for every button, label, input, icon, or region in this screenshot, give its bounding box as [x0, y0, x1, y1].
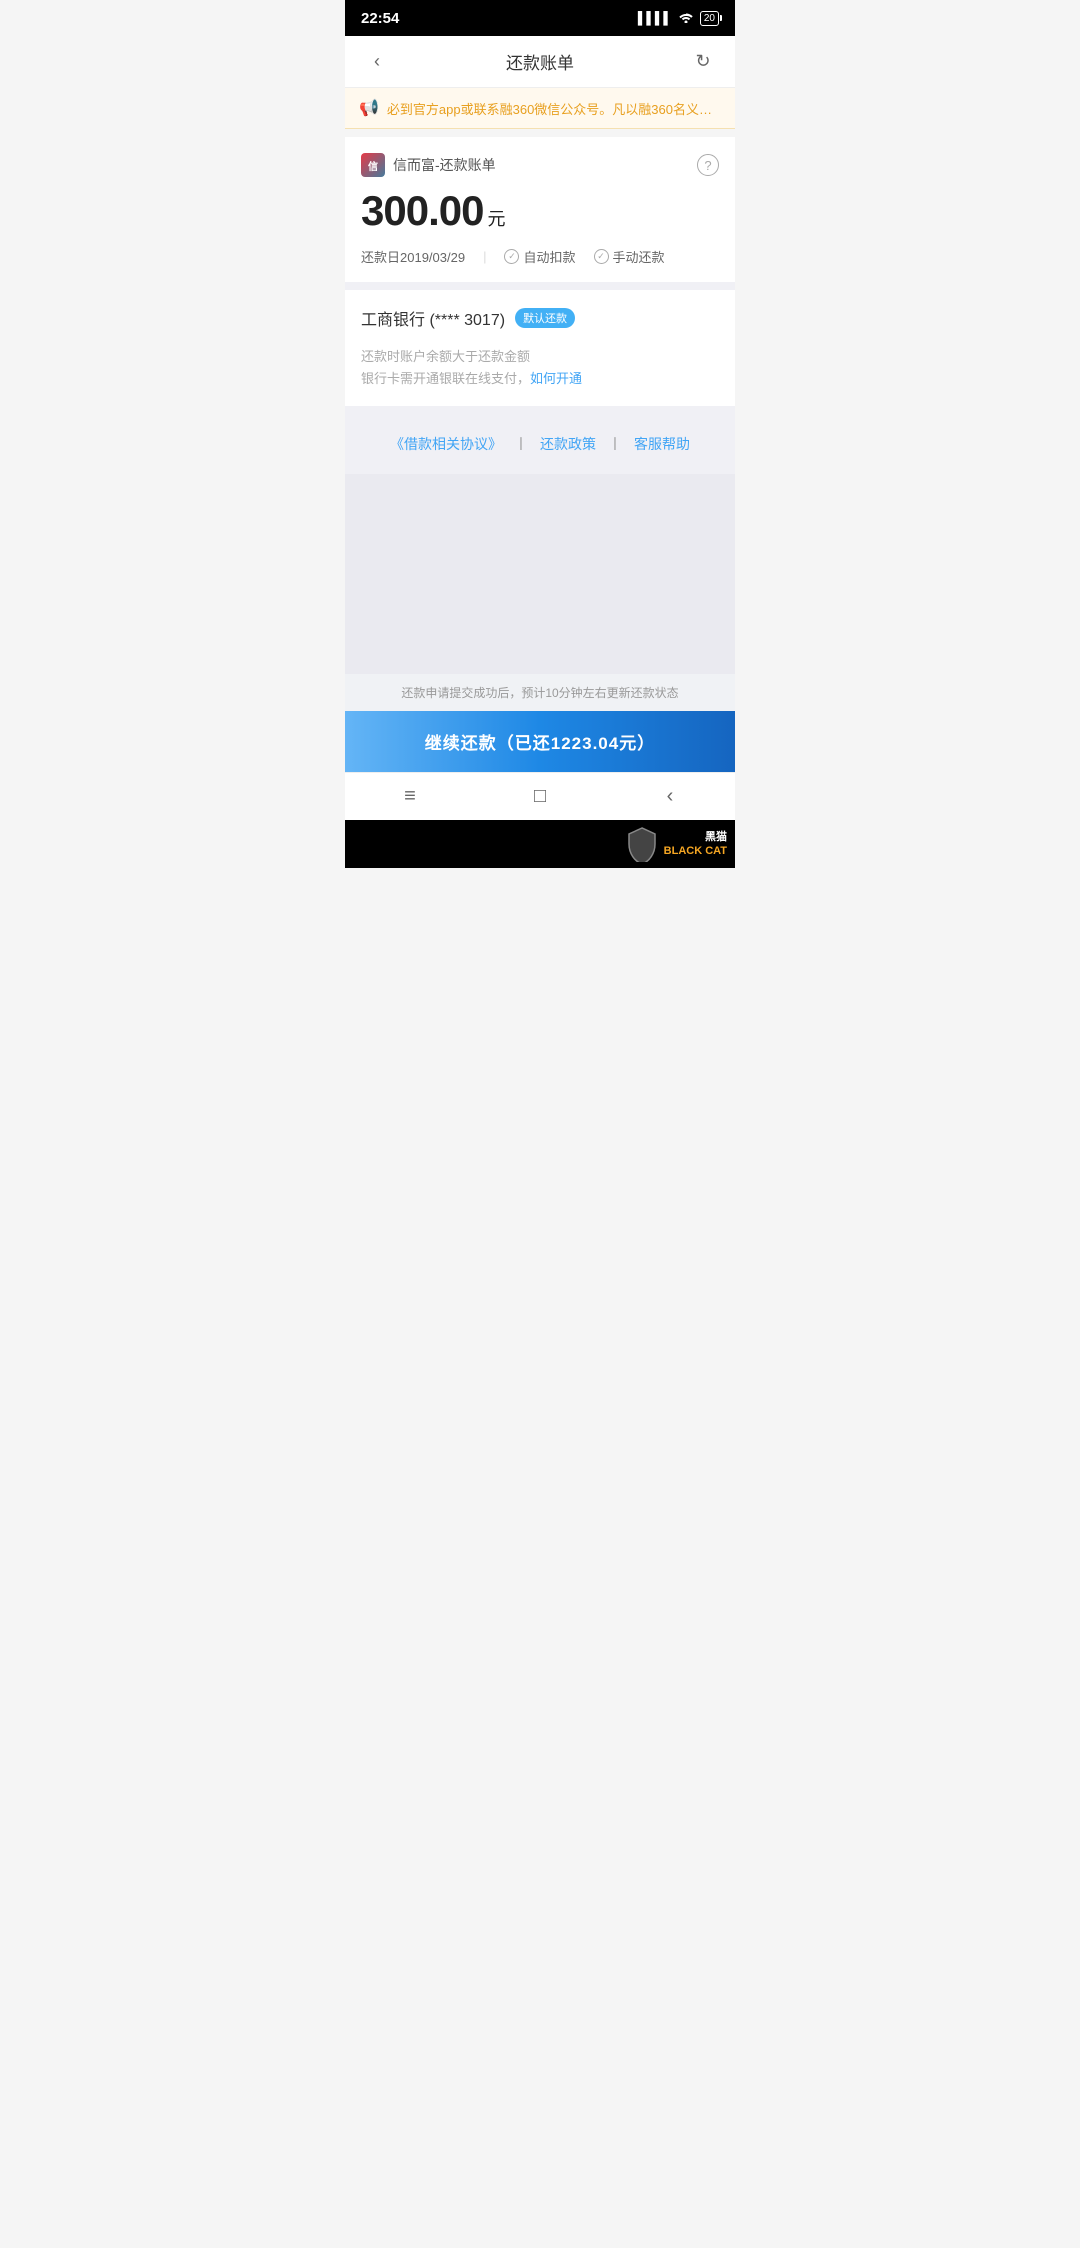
help-icon[interactable]: ? — [697, 154, 719, 176]
repayment-date: 还款日2019/03/29 — [361, 247, 465, 266]
status-time: 22:54 — [361, 10, 399, 27]
shield-icon — [626, 826, 658, 862]
page-title: 还款账单 — [506, 49, 574, 74]
bank-info-1: 还款时账户余额大于还款金额 — [361, 346, 719, 368]
refresh-button[interactable]: ↻ — [687, 46, 719, 78]
auto-debit-check — [504, 249, 519, 264]
provider-name: 信而富-还款账单 — [393, 155, 496, 175]
watermark-text: 黑猫 BLACK CAT — [664, 830, 727, 859]
amount-unit: 元 — [487, 205, 505, 231]
gray-spacer — [345, 474, 735, 674]
bottom-note: 还款申请提交成功后，预计10分钟左右更新还款状态 — [345, 674, 735, 711]
auto-debit-option: 自动扣款 — [504, 247, 575, 266]
back-button[interactable]: ‹ — [361, 46, 393, 78]
bottom-nav: ≡ □ ‹ — [345, 772, 735, 820]
amount-number: 300.00 — [361, 187, 483, 235]
link-divider-1: 丨 — [514, 434, 528, 454]
customer-service-link[interactable]: 客服帮助 — [634, 434, 690, 454]
bank-name: 工商银行 (**** 3017) — [361, 306, 505, 330]
provider-logo: 信 — [361, 153, 385, 177]
status-icons: ▌▌▌▌ 20 — [638, 11, 719, 26]
bank-section: 工商银行 (**** 3017) 默认还款 还款时账户余额大于还款金额 银行卡需… — [345, 290, 735, 406]
default-badge: 默认还款 — [515, 308, 575, 328]
section-separator-2 — [345, 406, 735, 414]
signal-icon: ▌▌▌▌ — [638, 11, 672, 25]
link-divider-2: 丨 — [608, 434, 622, 454]
provider-header: 信 信而富-还款账单 ? — [361, 153, 719, 177]
divider: | — [483, 249, 486, 264]
links-section: 《借款相关协议》 丨 还款政策 丨 客服帮助 — [345, 414, 735, 474]
main-card: 信 信而富-还款账单 ? 300.00 元 还款日2019/03/29 | 自动… — [345, 137, 735, 282]
announcement-icon: 📢 — [359, 98, 379, 118]
menu-button[interactable]: ≡ — [390, 781, 430, 813]
home-button[interactable]: □ — [520, 781, 560, 813]
battery-icon: 20 — [700, 11, 719, 26]
bank-row: 工商银行 (**** 3017) 默认还款 — [361, 306, 719, 330]
repay-policy-link[interactable]: 还款政策 — [540, 434, 596, 454]
navbar: ‹ 还款账单 ↻ — [345, 36, 735, 88]
announcement-text: 必到官方app或联系融360微信公众号。凡以融360名义催收的请... — [387, 99, 721, 118]
activate-link[interactable]: 如何开通 — [530, 371, 582, 386]
loan-agreement-link[interactable]: 《借款相关协议》 — [390, 434, 502, 454]
watermark: 黑猫 BLACK CAT — [345, 820, 735, 868]
watermark-content: 黑猫 BLACK CAT — [626, 826, 727, 862]
announcement-banner: 📢 必到官方app或联系融360微信公众号。凡以融360名义催收的请... — [345, 88, 735, 129]
cta-button[interactable]: 继续还款（已还1223.04元） — [345, 711, 735, 772]
back-nav-button[interactable]: ‹ — [650, 781, 690, 813]
amount-row: 300.00 元 — [361, 187, 719, 235]
date-row: 还款日2019/03/29 | 自动扣款 手动还款 — [361, 247, 719, 266]
status-bar: 22:54 ▌▌▌▌ 20 — [345, 0, 735, 36]
provider-left: 信 信而富-还款账单 — [361, 153, 496, 177]
section-separator — [345, 282, 735, 290]
wifi-icon — [678, 11, 694, 26]
bank-info-2: 银行卡需开通银联在线支付，如何开通 — [361, 368, 719, 390]
manual-repay-option: 手动还款 — [594, 247, 665, 266]
manual-repay-check — [594, 249, 609, 264]
